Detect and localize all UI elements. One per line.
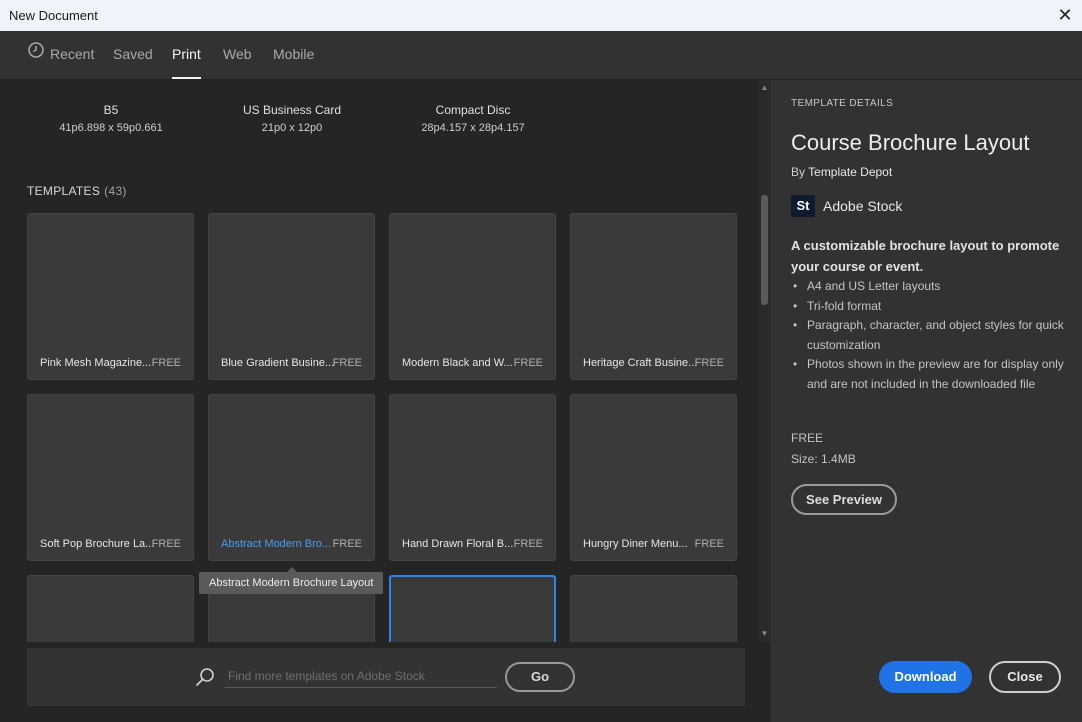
tab-recent-label: Recent xyxy=(50,46,95,62)
template-name: Modern Black and W... xyxy=(402,357,513,369)
template-name: Hand Drawn Floral B... xyxy=(402,538,514,550)
preset-name: Compact Disc xyxy=(435,103,511,117)
window-close-icon[interactable]: ✕ xyxy=(1048,0,1082,31)
template-card[interactable]: Hungry Diner Menu... FREE xyxy=(570,394,737,561)
tab-recent[interactable]: Recent xyxy=(28,31,94,79)
tab-web[interactable]: Web xyxy=(223,31,252,79)
tab-saved[interactable]: Saved xyxy=(113,31,153,79)
preset-row: B5 41p6.898 x 59p0.661 US Business Card … xyxy=(0,80,760,180)
templates-count: (43) xyxy=(104,184,127,198)
details-section-label: TEMPLATE DETAILS xyxy=(791,98,894,109)
template-author-line: By Template Depot xyxy=(791,165,892,179)
preset-size: 41p6.898 x 59p0.661 xyxy=(59,122,163,134)
template-card[interactable] xyxy=(570,575,737,642)
template-card-selected[interactable] xyxy=(389,575,556,642)
template-card[interactable]: Heritage Craft Busine... FREE xyxy=(570,213,737,380)
feature-list: A4 and US Letter layouts Tri-fold format… xyxy=(791,277,1079,395)
see-preview-button[interactable]: See Preview xyxy=(791,484,897,515)
stock-search-input[interactable] xyxy=(225,665,497,688)
feature-item: Paragraph, character, and object styles … xyxy=(793,316,1079,355)
clock-icon xyxy=(28,30,44,77)
template-size: Size: 1.4MB xyxy=(791,452,856,466)
template-title: Course Brochure Layout xyxy=(791,130,1030,155)
go-button[interactable]: Go xyxy=(505,662,575,692)
preset-name: US Business Card xyxy=(242,103,342,117)
template-price: FREE xyxy=(332,357,362,369)
by-prefix: By xyxy=(791,165,806,179)
download-button[interactable]: Download xyxy=(879,661,972,693)
preset-size: 21p0 x 12p0 xyxy=(261,122,323,134)
template-card[interactable]: Pink Mesh Magazine... FREE xyxy=(27,213,194,380)
close-button[interactable]: Close xyxy=(989,661,1061,693)
template-tooltip: Abstract Modern Brochure Layout xyxy=(199,567,384,594)
preset-size: 28p4.157 x 28p4.157 xyxy=(421,122,525,134)
template-description: A customizable brochure layout to promot… xyxy=(791,238,1060,274)
template-card[interactable]: Blue Gradient Busine... FREE xyxy=(208,213,375,380)
feature-item: Tri-fold format xyxy=(793,297,1079,317)
scroll-up-icon[interactable]: ▲ xyxy=(759,82,770,94)
tab-bar: Recent Saved Print Web Mobile xyxy=(0,31,1082,80)
template-card[interactable]: Modern Black and W... FREE xyxy=(389,213,556,380)
preset-compact-disc[interactable]: Compact Disc 28p4.157 x 28p4.157 xyxy=(398,103,548,134)
preset-b5[interactable]: B5 41p6.898 x 59p0.661 xyxy=(36,103,186,134)
template-author: Template Depot xyxy=(808,165,893,179)
templates-heading: TEMPLATES (43) xyxy=(27,184,127,198)
stock-search-bar: Go xyxy=(27,648,745,706)
template-name: Pink Mesh Magazine... xyxy=(40,357,152,369)
template-price: FREE xyxy=(151,357,181,369)
template-name: Soft Pop Brochure La... xyxy=(40,538,155,550)
search-icon xyxy=(195,667,215,692)
templates-panel: B5 41p6.898 x 59p0.661 US Business Card … xyxy=(0,80,770,722)
preset-name: B5 xyxy=(103,103,119,117)
scroll-down-icon[interactable]: ▼ xyxy=(759,628,770,640)
template-price: FREE xyxy=(513,357,543,369)
template-price: FREE xyxy=(332,538,362,550)
template-price: FREE xyxy=(151,538,181,550)
adobe-stock-logo-icon: St xyxy=(791,195,815,217)
feature-item: A4 and US Letter layouts xyxy=(793,277,1079,297)
template-price: FREE xyxy=(694,538,724,550)
templates-label: TEMPLATES xyxy=(27,184,101,198)
window-title: New Document xyxy=(9,8,98,23)
template-name: Abstract Modern Bro... xyxy=(221,538,332,550)
preset-us-business-card[interactable]: US Business Card 21p0 x 12p0 xyxy=(217,103,367,134)
tab-mobile[interactable]: Mobile xyxy=(273,31,314,79)
template-card[interactable] xyxy=(27,575,194,642)
template-price: FREE xyxy=(513,538,543,550)
tab-print[interactable]: Print xyxy=(172,31,201,79)
template-card[interactable]: Soft Pop Brochure La... FREE xyxy=(27,394,194,561)
template-name: Blue Gradient Busine... xyxy=(221,357,335,369)
template-name: Hungry Diner Menu... xyxy=(583,538,688,550)
brand-name: Adobe Stock xyxy=(823,198,903,214)
title-bar: New Document ✕ xyxy=(0,0,1082,32)
template-price: FREE xyxy=(791,431,824,445)
scrollbar-thumb[interactable] xyxy=(761,195,768,305)
feature-item: Photos shown in the preview are for disp… xyxy=(793,355,1079,394)
template-card[interactable]: Hand Drawn Floral B... FREE xyxy=(389,394,556,561)
template-card-hovered[interactable]: Abstract Modern Bro... FREE xyxy=(208,394,375,561)
template-name: Heritage Craft Busine... xyxy=(583,357,698,369)
templates-scrollbar[interactable]: ▲ ▼ xyxy=(759,80,770,642)
template-details-panel: TEMPLATE DETAILS Course Brochure Layout … xyxy=(771,80,1082,722)
template-price: FREE xyxy=(694,357,724,369)
